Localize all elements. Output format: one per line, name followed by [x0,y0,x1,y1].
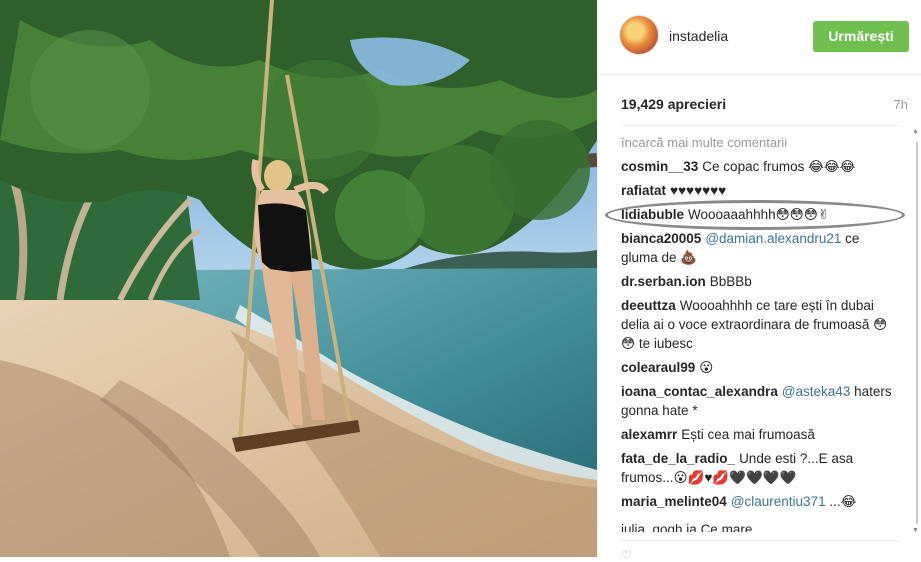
footer-divider [621,540,901,541]
comment-item: colearaul99 😮 [621,358,896,377]
comment-item: bianca20005 @damian.alexandru21 ce gluma … [621,229,896,267]
comment-mention[interactable]: @damian.alexandru21 [705,231,841,246]
load-more-comments[interactable]: încarcă mai multe comentarii [621,135,787,150]
comment-username[interactable]: alexamrr [621,427,677,442]
comment-username[interactable]: dr.serban.ion [621,274,706,289]
comment-text: Ce copac frumos 😂😂😂 [702,159,856,174]
post-time: 7h [893,97,908,112]
likes-count[interactable]: 19,429 aprecieri [621,96,726,112]
post-header: instadelia Urmărești [598,0,921,74]
comments-scrollbar[interactable] [916,142,918,524]
scroll-up-arrow-icon[interactable]: ▲ [912,128,919,135]
comment-text: ...😂 [829,494,857,509]
comment-username[interactable]: ioana_contac_alexandra [621,384,778,399]
comment-username[interactable]: colearaul99 [621,360,695,375]
comment-mention[interactable]: @asteka43 [782,384,851,399]
beach-swing-photo [0,0,597,557]
comment-text: ♥♥♥♥♥♥♥ [670,183,727,198]
heart-icon[interactable]: ♡ [621,548,632,562]
post-username[interactable]: instadelia [669,28,728,44]
comment-item: cosmin__33 Ce copac frumos 😂😂😂 [621,157,896,176]
comment-username[interactable]: fata_de_la_radio_ [621,451,735,466]
comment-text: Woooaaahhhh😳😳😳✌ [688,207,830,222]
comment-text: Ești cea mai frumoasă [681,427,815,442]
follow-button[interactable]: Urmărești [813,21,909,52]
comment-item: ioana_contac_alexandra @asteka43 haters g… [621,382,896,420]
comment-list: cosmin__33 Ce copac frumos 😂😂😂 rafiatat ♥♥… [621,157,896,516]
comment-username[interactable]: lidiabuble [621,207,684,222]
comment-username[interactable]: maria_melinte04 [621,494,727,509]
comment-item: deeuttza Woooahhhh ce tare ești în dubai … [621,296,896,353]
post-photo[interactable] [0,0,597,557]
comment-item: dr.serban.ion BbBBb [621,272,896,291]
likes-divider [621,125,901,126]
avatar[interactable] [620,16,658,54]
comment-item-highlighted: lidiabuble Woooaaahhhh😳😳😳✌ [621,205,896,224]
comment-item: rafiatat ♥♥♥♥♥♥♥ [621,181,896,200]
post-sidebar: instadelia Urmărești 19,429 aprecieri 7h… [597,0,921,562]
comment-text: 😮 [699,360,714,375]
scroll-down-arrow-icon[interactable]: ▼ [912,527,919,534]
comment-username[interactable]: deeuttza [621,298,676,313]
comment-username[interactable]: bianca20005 [621,231,701,246]
header-divider [598,74,921,75]
comment-item: alexamrr Ești cea mai frumoasă [621,425,896,444]
partial-comment-row: iulia_gogh.ia Ce mare ... [621,522,768,532]
comment-username[interactable]: rafiatat [621,183,666,198]
comment-mention[interactable]: @claurentiu371 [731,494,826,509]
comment-item: maria_melinte04 @claurentiu371 ...😂 [621,492,896,511]
comment-text: BbBBb [709,274,752,289]
comment-item: fata_de_la_radio_ Unde esti ?...E asa fru… [621,449,896,487]
comment-username[interactable]: cosmin__33 [621,159,698,174]
